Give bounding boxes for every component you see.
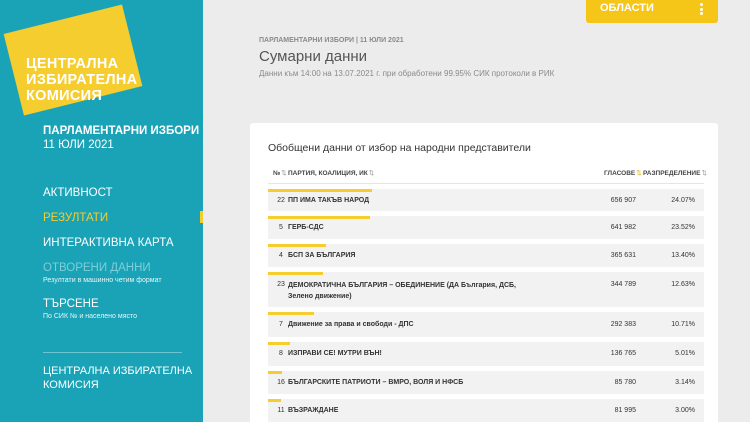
- share-bar: [268, 342, 290, 345]
- row-votes: 136 765: [610, 350, 636, 357]
- row-votes: 81 995: [614, 407, 636, 414]
- table-row[interactable]: 16 БЪЛГАРСКИТЕ ПАТРИОТИ – ВМРО, ВОЛЯ И Н…: [268, 371, 704, 394]
- row-party: ГЕРБ-СДС: [288, 224, 324, 231]
- results-table-title: Обобщени данни от избор на народни предс…: [268, 142, 531, 154]
- table-row[interactable]: 7 Движение за права и свободи - ДПС 292 …: [268, 312, 704, 337]
- row-percent: 10.71%: [671, 321, 695, 328]
- sort-icon: ⇅: [368, 170, 375, 177]
- sidebar-item-activity[interactable]: АКТИВНОСТ: [43, 186, 113, 200]
- sort-desc-icon: ⇅: [636, 170, 642, 177]
- sort-icon: ⇅: [281, 170, 287, 177]
- election-title[interactable]: ПАРЛАМЕНТАРНИ ИЗБОРИ: [43, 124, 199, 138]
- footer-line: ЦЕНТРАЛНА ИЗБИРАТЕЛНА: [43, 365, 193, 377]
- active-nav-marker: [200, 211, 203, 223]
- table-row[interactable]: 5 ГЕРБ-СДС 641 982 23.52%: [268, 216, 704, 239]
- table-row[interactable]: 22 ПП ИМА ТАКЪВ НАРОД 656 907 24.07%: [268, 189, 704, 211]
- page-subtitle: Данни към 14:00 на 13.07.2021 г. при обр…: [259, 69, 555, 78]
- col-header-label: №: [273, 170, 281, 177]
- sidebar-footer-cik-link[interactable]: ЦЕНТРАЛНА ИЗБИРАТЕЛНА КОМИСИЯ: [43, 364, 192, 392]
- sidebar: ЦЕНТРАЛНА ИЗБИРАТЕЛНА КОМИСИЯ ПАРЛАМЕНТА…: [0, 0, 203, 422]
- share-bar: [268, 216, 370, 219]
- row-party: ИЗПРАВИ СЕ! МУТРИ ВЪН!: [288, 350, 382, 357]
- row-votes: 85 780: [614, 379, 636, 386]
- table-row[interactable]: 11 ВЪЗРАЖДАНЕ 81 995 3.00%: [268, 399, 704, 422]
- col-header-label: ГЛАСОВЕ: [604, 170, 636, 177]
- row-party: ПП ИМА ТАКЪВ НАРОД: [288, 197, 370, 204]
- row-percent: 3.00%: [675, 407, 695, 414]
- logo-line: ИЗБИРАТЕЛНА: [26, 72, 138, 88]
- header-divider: [268, 183, 704, 184]
- table-row[interactable]: 23 ДЕМОКРАТИЧНА БЪЛГАРИЯ – ОБЕДИНЕНИЕ (Д…: [268, 272, 704, 307]
- more-vert-icon: [700, 3, 703, 15]
- row-votes: 641 982: [610, 224, 636, 231]
- footer-line: КОМИСИЯ: [43, 379, 99, 391]
- row-votes: 656 907: [610, 197, 636, 204]
- share-bar: [268, 244, 326, 247]
- sidebar-item-label: ТЪРСЕНЕ: [43, 298, 99, 310]
- col-header-label: ПАРТИЯ, КОАЛИЦИЯ, ИК: [288, 170, 368, 177]
- results-card: Обобщени данни от избор на народни предс…: [250, 123, 718, 422]
- row-percent: 12.63%: [671, 281, 695, 288]
- sidebar-item-open-data: ОТВОРЕНИ ДАННИ Резултати в машинно четим…: [43, 261, 162, 285]
- row-party: ВЪЗРАЖДАНЕ: [288, 407, 339, 414]
- row-party: Движение за права и свободи - ДПС: [288, 321, 414, 328]
- sidebar-item-results[interactable]: РЕЗУЛТАТИ: [43, 211, 108, 225]
- row-percent: 3.14%: [675, 379, 695, 386]
- col-header-num[interactable]: №⇅: [273, 169, 287, 177]
- row-percent: 24.07%: [671, 197, 695, 204]
- row-party: ДЕМОКРАТИЧНА БЪЛГАРИЯ – ОБЕДИНЕНИЕ (ДА Б…: [288, 282, 516, 300]
- sidebar-item-search[interactable]: ТЪРСЕНЕ По СИК № и населено място: [43, 297, 137, 321]
- table-row[interactable]: 4 БСП ЗА БЪЛГАРИЯ 365 631 13.40%: [268, 244, 704, 267]
- row-percent: 13.40%: [671, 252, 695, 259]
- sidebar-item-label: ОТВОРЕНИ ДАННИ: [43, 262, 151, 274]
- sidebar-item-label: ИНТЕРАКТИВНА КАРТА: [43, 237, 174, 249]
- row-votes: 292 383: [610, 321, 636, 328]
- share-bar: [268, 399, 281, 402]
- row-percent: 5.01%: [675, 350, 695, 357]
- page-title: Сумарни данни: [259, 48, 368, 65]
- row-party: БСП ЗА БЪЛГАРИЯ: [288, 252, 356, 259]
- sidebar-item-sublabel: По СИК № и населено място: [43, 313, 138, 320]
- regions-dropdown-button[interactable]: ОБЛАСТИ: [586, 0, 718, 23]
- col-header-votes[interactable]: ГЛАСОВЕ⇅: [604, 169, 642, 177]
- row-percent: 23.52%: [671, 224, 695, 231]
- breadcrumb: ПАРЛАМЕНТАРНИ ИЗБОРИ | 11 ЮЛИ 2021: [259, 37, 404, 44]
- sidebar-item-label: РЕЗУЛТАТИ: [43, 212, 109, 224]
- row-votes: 344 789: [610, 281, 636, 288]
- sidebar-item-map[interactable]: ИНТЕРАКТИВНА КАРТА: [43, 236, 174, 250]
- logo-line: ЦЕНТРАЛНА: [26, 56, 119, 72]
- col-header-share[interactable]: РАЗПРЕДЕЛЕНИЕ⇅: [643, 169, 707, 177]
- col-header-party[interactable]: ПАРТИЯ, КОАЛИЦИЯ, ИК⇅: [288, 169, 374, 177]
- sidebar-divider: [43, 352, 182, 353]
- col-header-label: РАЗПРЕДЕЛЕНИЕ: [643, 170, 701, 177]
- row-votes: 365 631: [610, 252, 636, 259]
- sidebar-item-sublabel: Резултати в машинно четим формат: [43, 277, 162, 284]
- share-bar: [268, 189, 372, 192]
- cik-logo[interactable]: ЦЕНТРАЛНА ИЗБИРАТЕЛНА КОМИСИЯ: [26, 56, 137, 104]
- table-row[interactable]: 8 ИЗПРАВИ СЕ! МУТРИ ВЪН! 136 765 5.01%: [268, 342, 704, 366]
- row-party: БЪЛГАРСКИТЕ ПАТРИОТИ – ВМРО, ВОЛЯ И НФСБ: [288, 379, 464, 386]
- share-bar: [268, 272, 323, 275]
- regions-label: ОБЛАСТИ: [600, 2, 654, 14]
- sort-icon: ⇅: [701, 170, 707, 177]
- logo-line: КОМИСИЯ: [26, 88, 103, 104]
- share-bar: [268, 312, 315, 315]
- election-date: 11 ЮЛИ 2021: [43, 139, 114, 151]
- sidebar-item-label: АКТИВНОСТ: [43, 187, 113, 199]
- share-bar: [268, 371, 282, 374]
- table-header: №⇅ ПАРТИЯ, КОАЛИЦИЯ, ИК⇅ ГЛАСОВЕ⇅ РАЗПРЕ…: [268, 169, 707, 183]
